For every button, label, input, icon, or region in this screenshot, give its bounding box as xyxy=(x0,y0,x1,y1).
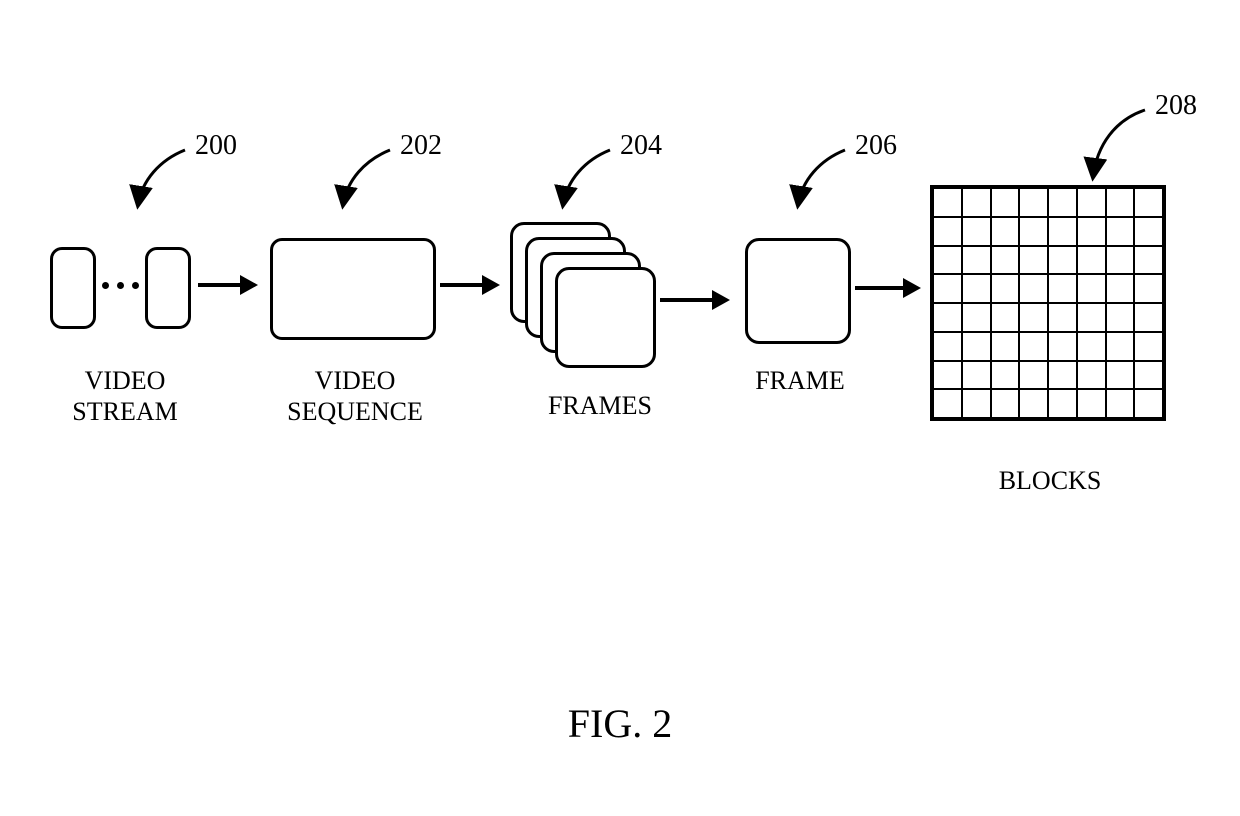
blocks-grid-cell xyxy=(1077,389,1106,418)
blocks-grid-cell xyxy=(1048,188,1077,217)
blocks-grid-cell xyxy=(962,188,991,217)
blocks-grid-cell xyxy=(962,361,991,390)
blocks-grid-cell xyxy=(1134,274,1163,303)
refnum-202: 202 xyxy=(400,130,442,162)
blocks-grid-cell xyxy=(962,332,991,361)
blocks-grid-cell xyxy=(933,188,962,217)
blocks-grid-cell xyxy=(1134,188,1163,217)
blocks-grid-cell xyxy=(991,274,1020,303)
blocks-grid-cell xyxy=(933,332,962,361)
figure-caption: FIG. 2 xyxy=(0,700,1240,747)
blocks-grid-cell xyxy=(962,246,991,275)
blocks-grid-cell xyxy=(1048,332,1077,361)
blocks-grid-cell xyxy=(1077,274,1106,303)
blocks-grid-cell xyxy=(1019,389,1048,418)
blocks-grid-cell xyxy=(1077,361,1106,390)
blocks-grid-cell xyxy=(991,332,1020,361)
blocks-grid-cell xyxy=(933,274,962,303)
blocks-grid-cell xyxy=(991,361,1020,390)
blocks-grid-cell xyxy=(1077,246,1106,275)
blocks-grid-cell xyxy=(1048,361,1077,390)
blocks-grid xyxy=(930,185,1166,421)
blocks-grid-cell xyxy=(1077,303,1106,332)
blocks-grid-cell xyxy=(933,217,962,246)
video-stream-ellipsis xyxy=(102,282,139,289)
blocks-grid-cell xyxy=(1019,246,1048,275)
blocks-grid-cell xyxy=(1019,274,1048,303)
blocks-grid-cell xyxy=(1106,217,1135,246)
blocks-grid-cell xyxy=(1019,332,1048,361)
label-frame: FRAME xyxy=(745,365,855,396)
blocks-grid-cell xyxy=(962,274,991,303)
label-frames: FRAMES xyxy=(530,390,670,421)
refnum-204: 204 xyxy=(620,130,662,162)
blocks-grid-cell xyxy=(1077,332,1106,361)
refnum-208: 208 xyxy=(1155,90,1197,122)
blocks-grid-cell xyxy=(1019,188,1048,217)
blocks-grid-cell xyxy=(991,188,1020,217)
blocks-grid-cell xyxy=(991,217,1020,246)
blocks-grid-cell xyxy=(1134,389,1163,418)
blocks-grid-cell xyxy=(1134,217,1163,246)
blocks-grid-cell xyxy=(1106,188,1135,217)
blocks-grid-cell xyxy=(1134,332,1163,361)
blocks-grid-cell xyxy=(933,246,962,275)
label-video-sequence: VIDEO SEQUENCE xyxy=(275,365,435,427)
blocks-grid-cell xyxy=(991,389,1020,418)
blocks-grid-cell xyxy=(1106,246,1135,275)
blocks-grid-cell xyxy=(1134,246,1163,275)
blocks-grid-cell xyxy=(1019,217,1048,246)
label-blocks: BLOCKS xyxy=(975,465,1125,496)
blocks-grid-cell xyxy=(1134,303,1163,332)
blocks-grid-cell xyxy=(933,303,962,332)
blocks-grid-cell xyxy=(1106,303,1135,332)
refnum-200: 200 xyxy=(195,130,237,162)
blocks-grid-cell xyxy=(1106,361,1135,390)
blocks-grid-cell xyxy=(1106,389,1135,418)
diagram-stage: 200 202 204 206 208 xyxy=(0,0,1240,816)
blocks-grid-cell xyxy=(933,389,962,418)
blocks-grid-cell xyxy=(1077,188,1106,217)
refnum-206: 206 xyxy=(855,130,897,162)
label-video-stream: VIDEO STREAM xyxy=(60,365,190,427)
blocks-grid-cell xyxy=(1019,303,1048,332)
video-stream-box-b xyxy=(145,247,191,329)
blocks-grid-cell xyxy=(962,389,991,418)
blocks-grid-cell xyxy=(991,303,1020,332)
frame-box xyxy=(745,238,851,344)
blocks-grid-cell xyxy=(1048,274,1077,303)
blocks-grid-cell xyxy=(1077,217,1106,246)
video-sequence-box xyxy=(270,238,436,340)
frames-stack-1 xyxy=(555,267,656,368)
blocks-grid-cell xyxy=(1048,217,1077,246)
blocks-grid-cell xyxy=(1134,361,1163,390)
blocks-grid-cell xyxy=(1106,332,1135,361)
blocks-grid-cell xyxy=(1048,389,1077,418)
blocks-grid-cell xyxy=(1048,303,1077,332)
blocks-grid-cell xyxy=(962,303,991,332)
blocks-grid-cell xyxy=(1019,361,1048,390)
blocks-grid-cell xyxy=(991,246,1020,275)
blocks-grid-cell xyxy=(1106,274,1135,303)
blocks-grid-cell xyxy=(962,217,991,246)
blocks-grid-cell xyxy=(933,361,962,390)
video-stream-box-a xyxy=(50,247,96,329)
blocks-grid-cell xyxy=(1048,246,1077,275)
